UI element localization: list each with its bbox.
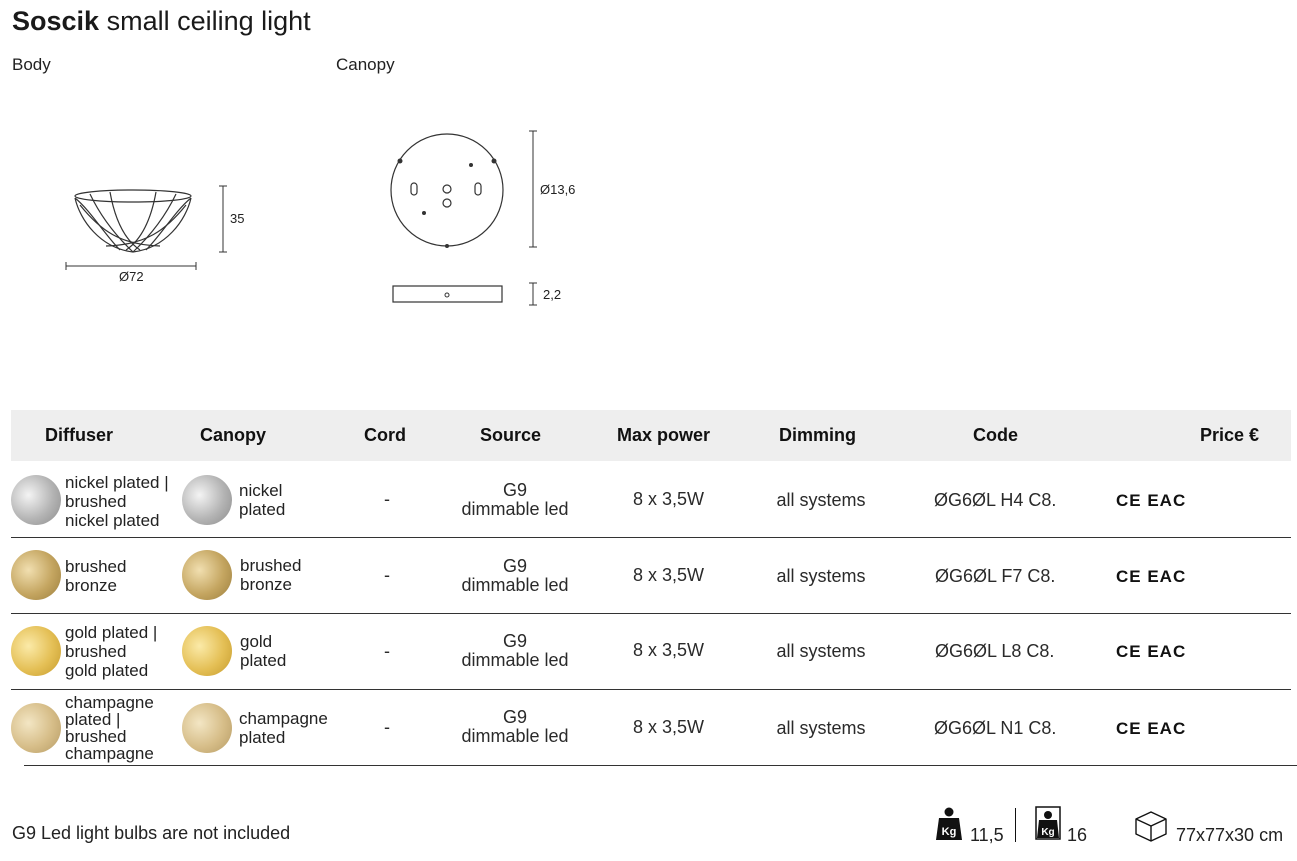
diffuser-finish-swatch bbox=[11, 703, 61, 753]
canopy-finish: champagne plated bbox=[239, 709, 328, 747]
body-diameter-dim: Ø72 bbox=[119, 269, 144, 284]
diffuser-finish-swatch bbox=[11, 475, 61, 525]
package-size-value: 77x77x30 cm bbox=[1176, 825, 1284, 845]
canopy-diameter-dim: Ø13,6 bbox=[540, 182, 576, 197]
body-label: Body bbox=[12, 55, 51, 74]
canopy-finish-swatch bbox=[182, 550, 232, 600]
table-row: champagne plated | brushed champagne champa… bbox=[11, 690, 1297, 766]
source-value: G9 dimmable led bbox=[461, 556, 569, 595]
canopy-height-dim: 2,2 bbox=[543, 287, 562, 302]
code-value: ØG6ØL N1 C8. bbox=[934, 718, 1057, 738]
header-dimming: Dimming bbox=[779, 425, 857, 445]
cord-value: - bbox=[384, 489, 390, 509]
code-value: ØG6ØL F7 C8. bbox=[935, 566, 1056, 586]
header-code: Code bbox=[973, 425, 1018, 445]
table-row: brushed bronze brushed bronze - G9 dimmable… bbox=[11, 538, 1291, 614]
table-header: Diffuser Canopy Cord Source Max power Di… bbox=[11, 410, 1291, 461]
source-value: G9 dimmable led bbox=[461, 707, 569, 746]
svg-text:Kg: Kg bbox=[1041, 827, 1054, 838]
certification-marks: CE EAC bbox=[1116, 719, 1187, 738]
table-row: nickel plated | brushed nickel plated nick… bbox=[11, 462, 1291, 538]
header-price: Price € bbox=[1200, 425, 1260, 445]
bulbs-note: G9 Led light bulbs are not included bbox=[12, 823, 291, 843]
header-max-power: Max power bbox=[617, 425, 711, 445]
certification-marks: CE EAC bbox=[1116, 567, 1187, 586]
canopy-finish: nickel plated bbox=[239, 481, 286, 519]
diffuser-finish: brushed bronze bbox=[65, 557, 127, 595]
net-weight-icon: Kg bbox=[936, 807, 962, 840]
gross-weight-icon: Kg bbox=[1035, 806, 1061, 840]
dimming-value: all systems bbox=[776, 718, 866, 738]
table-row: gold plated | brushed gold plated gold plat… bbox=[11, 614, 1291, 690]
header-diffuser: Diffuser bbox=[45, 425, 114, 445]
max-power-value: 8 x 3,5W bbox=[632, 640, 705, 660]
canopy-drawing bbox=[390, 130, 537, 306]
code-value: ØG6ØL L8 C8. bbox=[935, 641, 1055, 661]
gross-weight-value: 16 bbox=[1067, 825, 1088, 845]
product-subtitle: small ceiling light bbox=[106, 6, 311, 36]
source-value: G9 dimmable led bbox=[461, 631, 569, 670]
source-value: G9 dimmable led bbox=[461, 480, 569, 519]
code-value: ØG6ØL H4 C8. bbox=[934, 490, 1057, 510]
canopy-finish: gold plated bbox=[240, 632, 287, 670]
diffuser-finish-swatch bbox=[11, 550, 61, 600]
canopy-label: Canopy bbox=[336, 55, 395, 74]
package-box-icon bbox=[1135, 811, 1167, 842]
canopy-finish-swatch bbox=[182, 626, 232, 676]
diffuser-finish-swatch bbox=[11, 626, 61, 676]
dimming-value: all systems bbox=[776, 641, 866, 661]
body-height-dim: 35 bbox=[230, 211, 245, 226]
dimming-value: all systems bbox=[776, 490, 866, 510]
cord-value: - bbox=[384, 641, 390, 661]
canopy-finish-swatch bbox=[182, 475, 232, 525]
canopy-finish-swatch bbox=[182, 703, 232, 753]
svg-text:Kg: Kg bbox=[942, 826, 957, 838]
canopy-finish: brushed bronze bbox=[240, 556, 302, 594]
header-cord: Cord bbox=[364, 425, 406, 445]
cord-value: - bbox=[384, 565, 390, 585]
certification-marks: CE EAC bbox=[1116, 642, 1187, 661]
product-name: Soscik bbox=[12, 6, 100, 36]
diffuser-finish: gold plated | brushed gold plated bbox=[65, 623, 158, 680]
max-power-value: 8 x 3,5W bbox=[632, 565, 705, 585]
header-source: Source bbox=[480, 425, 542, 445]
diffuser-finish: champagne plated | brushed champagne bbox=[65, 693, 154, 763]
certification-marks: CE EAC bbox=[1116, 491, 1187, 510]
header-canopy: Canopy bbox=[200, 425, 267, 445]
weight-divider bbox=[1015, 808, 1016, 842]
max-power-value: 8 x 3,5W bbox=[632, 489, 705, 509]
cord-value: - bbox=[384, 717, 390, 737]
max-power-value: 8 x 3,5W bbox=[632, 717, 705, 737]
body-drawing bbox=[65, 185, 227, 270]
net-weight-value: 11,5 bbox=[970, 825, 1004, 845]
dimming-value: all systems bbox=[776, 566, 866, 586]
diffuser-finish: nickel plated | brushed nickel plated bbox=[65, 473, 169, 530]
page-title: Soscik small ceiling light bbox=[12, 4, 311, 38]
